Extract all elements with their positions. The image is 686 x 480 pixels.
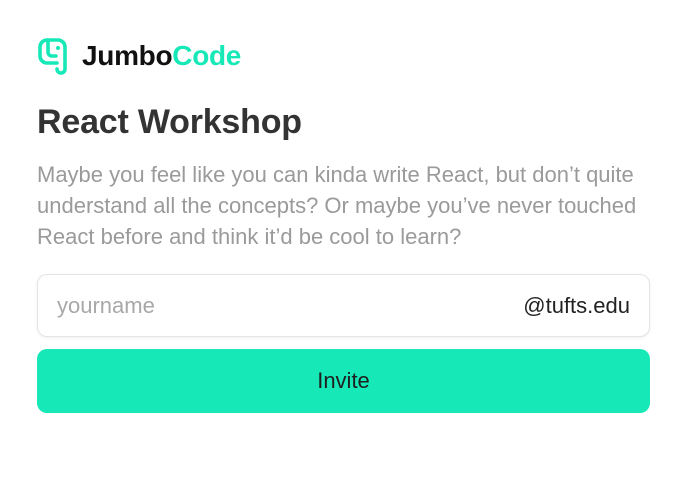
username-input[interactable] [57, 285, 524, 326]
page-title: React Workshop [37, 103, 302, 141]
brand-logo: JumboCode [37, 36, 650, 76]
workshop-description: Maybe you feel like you can kinda write … [37, 162, 637, 249]
elephant-icon [38, 38, 67, 75]
brand-name: JumboCode [82, 42, 241, 70]
brand-name-jumbo: Jumbo [82, 40, 173, 71]
email-domain-suffix: @tufts.edu [523, 292, 630, 318]
brand-name-code: Code [172, 40, 242, 71]
invite-card: JumboCode React Workshop Maybe you feel … [37, 36, 650, 413]
invite-button[interactable]: Invite [37, 349, 650, 413]
email-field[interactable]: @tufts.edu [37, 274, 650, 337]
